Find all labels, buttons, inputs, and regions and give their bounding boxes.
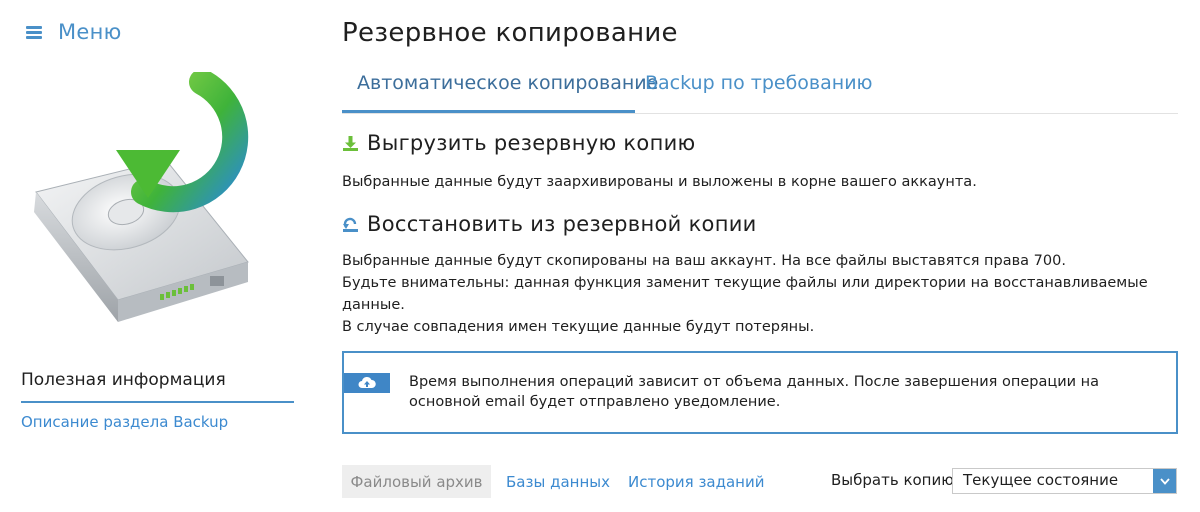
tab-automatic-backup[interactable]: Автоматическое копирование: [357, 72, 658, 94]
info-notice: Время выполнения операций зависит от объ…: [342, 351, 1178, 434]
export-description-line: Выбранные данные будут заархивированы и …: [342, 174, 977, 190]
tab-backup-on-demand[interactable]: Backup по требованию: [645, 72, 873, 94]
cloud-icon: [358, 376, 376, 388]
export-section-title: Выгрузить резервную копию: [367, 131, 696, 155]
restore-description: Выбранные данные будут скопированы на ва…: [342, 250, 1200, 338]
restore-icon: [343, 217, 358, 232]
restore-description-line: Будьте внимательны: данная функция замен…: [342, 275, 1148, 313]
select-copy-label: Выбрать копию:: [831, 471, 959, 489]
export-description: Выбранные данные будут заархивированы и …: [342, 171, 977, 193]
notice-text: Время выполнения операций зависит от объ…: [409, 374, 1100, 410]
copy-select-value: Текущее состояние: [963, 471, 1119, 489]
tab-bar: Автоматическое копирование Backup по тре…: [342, 64, 1178, 114]
chevron-down-icon[interactable]: [1153, 469, 1176, 493]
page-title: Резервное копирование: [342, 18, 678, 48]
subtab-databases[interactable]: Базы данных: [506, 465, 610, 498]
restore-section-header: Восстановить из резервной копии: [342, 212, 757, 236]
backup-hard-drive-illustration: [34, 72, 249, 322]
restore-section-title: Восстановить из резервной копии: [367, 212, 757, 236]
restore-description-line: В случае совпадения имен текущие данные …: [342, 319, 815, 335]
menu-label: Меню: [58, 20, 122, 44]
export-section-header: Выгрузить резервную копию: [342, 131, 696, 155]
hamburger-icon: [26, 25, 42, 39]
subtab-file-archive[interactable]: Файловый архив: [342, 465, 491, 498]
restore-description-line: Выбранные данные будут скопированы на ва…: [342, 253, 1066, 269]
subtab-task-history[interactable]: История заданий: [628, 465, 764, 498]
copy-select[interactable]: Текущее состояние: [952, 468, 1177, 494]
backup-description-link[interactable]: Описание раздела Backup: [21, 413, 228, 431]
menu-button[interactable]: Меню: [26, 20, 122, 44]
useful-info-title: Полезная информация: [21, 370, 226, 390]
download-icon: [343, 135, 358, 151]
notice-badge: [344, 373, 390, 393]
info-divider: [21, 401, 294, 403]
active-tab-indicator: [342, 110, 635, 113]
